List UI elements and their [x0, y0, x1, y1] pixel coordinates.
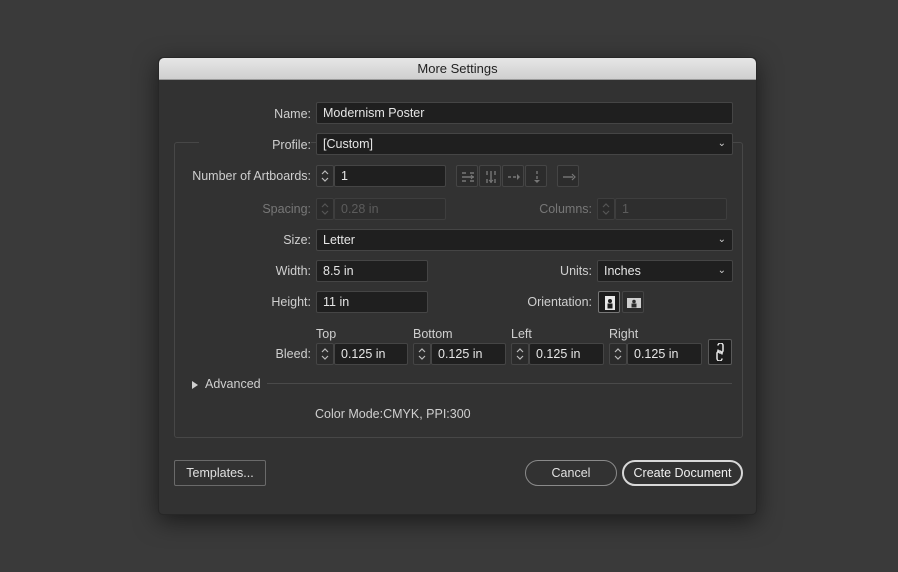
profile-value: [Custom] — [323, 137, 374, 151]
stepper-arrows-icon — [321, 203, 329, 215]
width-label: Width: — [275, 264, 311, 278]
name-input[interactable]: Modernism Poster — [316, 102, 733, 124]
bleed-top-stepper[interactable] — [316, 343, 334, 365]
profile-label: Profile: — [199, 135, 311, 155]
units-select[interactable]: Inches ⌄ — [597, 260, 733, 282]
advanced-separator — [267, 383, 732, 384]
create-document-button[interactable]: Create Document — [622, 460, 743, 486]
bleed-right-stepper[interactable] — [609, 343, 627, 365]
units-value: Inches — [604, 264, 641, 278]
height-input[interactable]: 11 in — [316, 291, 428, 313]
chevron-down-icon: ⌄ — [717, 138, 726, 149]
columns-label: Columns: — [539, 202, 592, 216]
artboards-input[interactable]: 1 — [334, 165, 446, 187]
stepper-arrows-icon — [418, 348, 426, 360]
name-label: Name: — [274, 107, 311, 121]
size-select[interactable]: Letter ⌄ — [316, 229, 733, 251]
bleed-left-input[interactable]: 0.125 in — [529, 343, 604, 365]
grid-by-column-icon[interactable] — [479, 165, 501, 187]
right-to-left-layout-icon[interactable] — [557, 165, 579, 187]
link-bleed-button[interactable] — [708, 339, 732, 365]
stepper-arrows-icon — [602, 203, 610, 215]
bleed-top-input[interactable]: 0.125 in — [334, 343, 408, 365]
bleed-bottom-label: Bottom — [413, 327, 453, 341]
landscape-orientation-button[interactable] — [622, 291, 644, 313]
columns-stepper — [597, 198, 615, 220]
stepper-arrows-icon — [321, 348, 329, 360]
units-label: Units: — [560, 264, 592, 278]
size-value: Letter — [323, 233, 355, 247]
bleed-right-input[interactable]: 0.125 in — [627, 343, 702, 365]
templates-button[interactable]: Templates... — [174, 460, 266, 486]
orientation-label: Orientation: — [527, 295, 592, 309]
artboards-label: Number of Artboards: — [192, 169, 311, 183]
arrange-by-column-icon[interactable] — [525, 165, 547, 187]
landscape-icon — [627, 298, 641, 308]
columns-input: 1 — [615, 198, 727, 220]
height-label: Height: — [271, 295, 311, 309]
portrait-icon — [605, 296, 615, 310]
cancel-button[interactable]: Cancel — [525, 460, 617, 486]
stepper-arrows-icon — [614, 348, 622, 360]
spacing-stepper — [316, 198, 334, 220]
profile-select[interactable]: [Custom] ⌄ — [316, 133, 733, 155]
artboards-stepper[interactable] — [316, 165, 334, 187]
bleed-label: Bleed: — [275, 347, 311, 361]
chevron-down-icon: ⌄ — [717, 234, 726, 245]
spacing-label: Spacing: — [262, 202, 311, 216]
chevron-down-icon: ⌄ — [717, 265, 726, 276]
disclosure-triangle-icon[interactable] — [191, 379, 199, 389]
stepper-arrows-icon — [516, 348, 524, 360]
advanced-toggle[interactable]: Advanced — [205, 377, 261, 391]
bleed-bottom-input[interactable]: 0.125 in — [431, 343, 506, 365]
bleed-left-label: Left — [511, 327, 532, 341]
width-input[interactable]: 8.5 in — [316, 260, 428, 282]
bleed-right-label: Right — [609, 327, 639, 341]
grid-by-row-icon[interactable] — [456, 165, 478, 187]
size-label: Size: — [283, 233, 311, 247]
bleed-left-stepper[interactable] — [511, 343, 529, 365]
bleed-top-label: Top — [316, 327, 337, 341]
spacing-input: 0.28 in — [334, 198, 446, 220]
stepper-arrows-icon — [321, 170, 329, 182]
dialog-title: More Settings — [159, 58, 756, 80]
more-settings-dialog: More Settings Name: Modernism Poster Pro… — [158, 57, 757, 515]
bleed-bottom-stepper[interactable] — [413, 343, 431, 365]
chain-link-icon — [716, 343, 724, 361]
portrait-orientation-button[interactable] — [598, 291, 620, 313]
arrange-by-row-icon[interactable] — [502, 165, 524, 187]
color-mode-info: Color Mode:CMYK, PPI:300 — [315, 407, 471, 421]
